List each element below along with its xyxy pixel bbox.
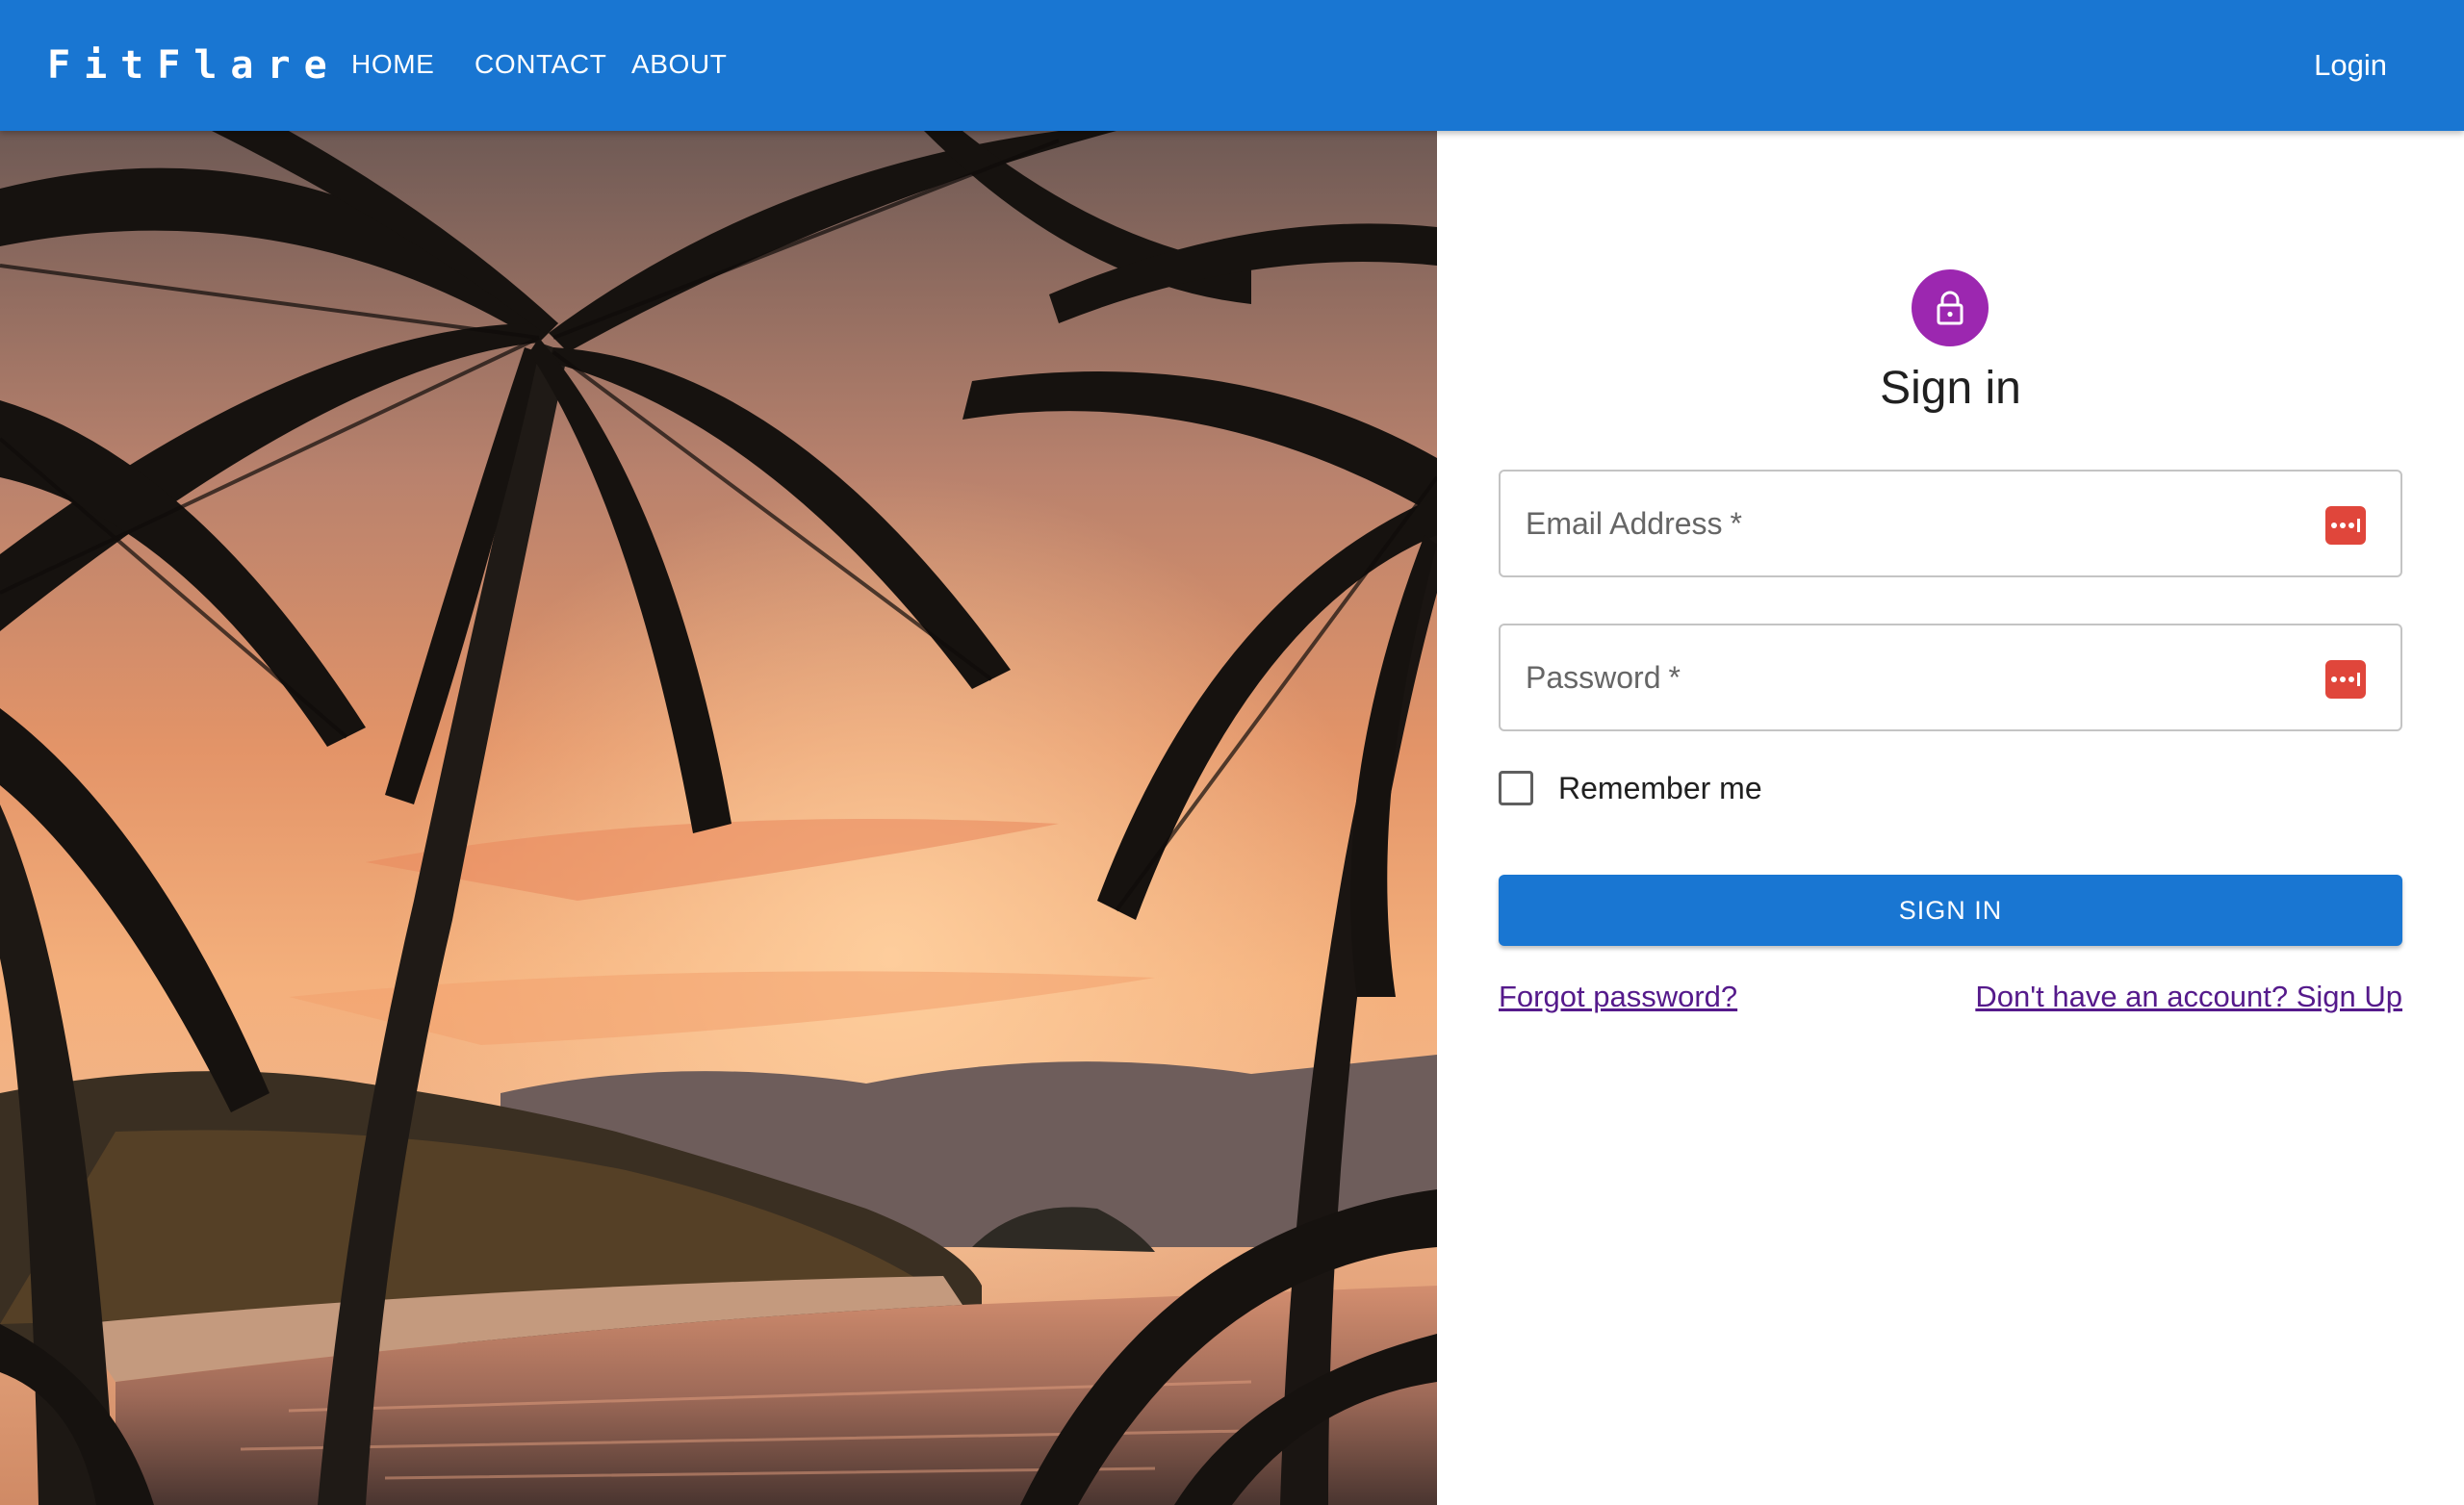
nav-home-button[interactable]: HOME bbox=[351, 45, 434, 84]
login-button[interactable]: Login bbox=[2314, 46, 2387, 85]
password-manager-icon[interactable] bbox=[2325, 506, 2366, 545]
hero-image bbox=[0, 131, 1437, 1505]
password-manager-icon[interactable] bbox=[2325, 660, 2366, 699]
sign-in-button[interactable]: SIGN IN bbox=[1499, 875, 2402, 946]
forgot-password-link[interactable]: Forgot password? bbox=[1499, 978, 1737, 1016]
app-bar: FitFlare HOME CONTACT ABOUT Login bbox=[0, 0, 2464, 131]
nav-contact-button[interactable]: CONTACT bbox=[475, 45, 606, 84]
required-mark: * bbox=[1668, 660, 1681, 695]
password-field[interactable]: Password * bbox=[1499, 624, 2402, 731]
required-mark: * bbox=[1730, 506, 1742, 541]
email-field[interactable]: Email Address * bbox=[1499, 470, 2402, 577]
password-label: Password * bbox=[1526, 660, 1681, 695]
page-title: Sign in bbox=[1880, 363, 2021, 414]
lock-icon bbox=[1937, 291, 1964, 325]
remember-me-checkbox[interactable] bbox=[1499, 771, 1533, 805]
signin-panel: Sign in Email Address * Password * Remembe… bbox=[1437, 131, 2464, 1505]
lock-avatar bbox=[1912, 269, 1989, 346]
remember-me-label: Remember me bbox=[1558, 771, 1762, 805]
email-label: Email Address * bbox=[1526, 506, 1742, 541]
sign-up-link[interactable]: Don't have an account? Sign Up bbox=[1975, 978, 2402, 1016]
nav-about-button[interactable]: ABOUT bbox=[631, 45, 727, 84]
brand-logo[interactable]: FitFlare bbox=[47, 38, 341, 92]
